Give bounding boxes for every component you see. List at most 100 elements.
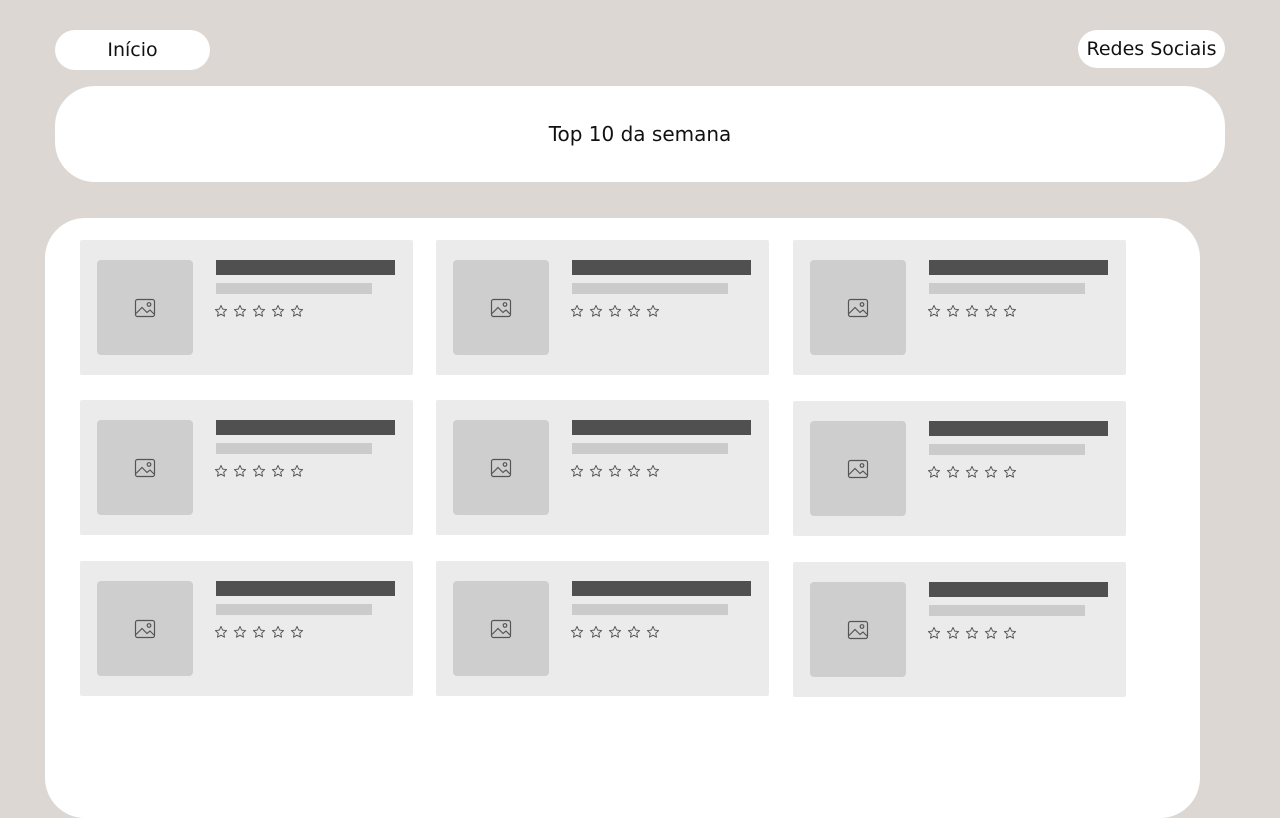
product-subtitle-bar <box>929 605 1085 616</box>
star-rating[interactable] <box>214 625 304 639</box>
image-placeholder-icon <box>847 620 869 639</box>
star-icon[interactable] <box>646 625 660 639</box>
product-image-placeholder <box>97 581 193 676</box>
star-icon[interactable] <box>214 304 228 318</box>
product-card[interactable] <box>436 240 769 375</box>
star-icon[interactable] <box>965 465 979 479</box>
product-subtitle-bar <box>572 443 728 454</box>
star-icon[interactable] <box>627 464 641 478</box>
product-card[interactable] <box>793 240 1126 375</box>
star-icon[interactable] <box>927 626 941 640</box>
product-subtitle-bar <box>216 443 372 454</box>
star-icon[interactable] <box>1003 465 1017 479</box>
product-card[interactable] <box>436 400 769 535</box>
star-icon[interactable] <box>646 304 660 318</box>
social-networks-button[interactable]: Redes Sociais <box>1078 30 1225 68</box>
product-card[interactable] <box>80 400 413 535</box>
star-icon[interactable] <box>1003 304 1017 318</box>
star-icon[interactable] <box>214 464 228 478</box>
star-rating[interactable] <box>927 465 1017 479</box>
star-icon[interactable] <box>290 304 304 318</box>
star-icon[interactable] <box>984 626 998 640</box>
product-title-bar <box>572 420 751 435</box>
star-icon[interactable] <box>646 464 660 478</box>
star-icon[interactable] <box>570 625 584 639</box>
star-icon[interactable] <box>608 464 622 478</box>
star-rating[interactable] <box>927 304 1017 318</box>
products-panel <box>45 218 1200 818</box>
star-rating[interactable] <box>214 464 304 478</box>
star-icon[interactable] <box>946 465 960 479</box>
star-icon[interactable] <box>627 304 641 318</box>
star-rating[interactable] <box>570 625 660 639</box>
product-card[interactable] <box>793 562 1126 697</box>
star-icon[interactable] <box>214 625 228 639</box>
star-icon[interactable] <box>927 465 941 479</box>
image-placeholder-icon <box>134 298 156 317</box>
star-rating[interactable] <box>927 626 1017 640</box>
product-title-bar <box>929 582 1108 597</box>
star-icon[interactable] <box>946 626 960 640</box>
star-icon[interactable] <box>927 304 941 318</box>
product-subtitle-bar <box>216 604 372 615</box>
product-subtitle-bar <box>929 444 1085 455</box>
star-icon[interactable] <box>589 464 603 478</box>
image-placeholder-icon <box>134 458 156 477</box>
product-title-bar <box>572 260 751 275</box>
star-icon[interactable] <box>570 464 584 478</box>
star-icon[interactable] <box>589 625 603 639</box>
page-title-banner: Top 10 da semana <box>55 86 1225 182</box>
home-button[interactable]: Início <box>55 30 210 70</box>
product-title-bar <box>216 420 395 435</box>
star-icon[interactable] <box>984 304 998 318</box>
star-icon[interactable] <box>570 304 584 318</box>
social-networks-button-label: Redes Sociais <box>1086 38 1217 60</box>
star-rating[interactable] <box>214 304 304 318</box>
star-icon[interactable] <box>252 304 266 318</box>
product-title-bar <box>216 581 395 596</box>
star-icon[interactable] <box>252 464 266 478</box>
star-icon[interactable] <box>627 625 641 639</box>
star-icon[interactable] <box>290 625 304 639</box>
product-image-placeholder <box>810 260 906 355</box>
star-icon[interactable] <box>271 304 285 318</box>
product-title-bar <box>929 260 1108 275</box>
star-icon[interactable] <box>984 465 998 479</box>
image-placeholder-icon <box>134 619 156 638</box>
product-card[interactable] <box>793 401 1126 536</box>
star-icon[interactable] <box>271 625 285 639</box>
image-placeholder-icon <box>847 459 869 478</box>
star-icon[interactable] <box>946 304 960 318</box>
product-subtitle-bar <box>216 283 372 294</box>
image-placeholder-icon <box>490 458 512 477</box>
product-image-placeholder <box>810 582 906 677</box>
product-image-placeholder <box>810 421 906 516</box>
star-icon[interactable] <box>589 304 603 318</box>
star-icon[interactable] <box>608 304 622 318</box>
star-icon[interactable] <box>233 625 247 639</box>
star-rating[interactable] <box>570 464 660 478</box>
product-image-placeholder <box>453 581 549 676</box>
star-icon[interactable] <box>608 625 622 639</box>
star-icon[interactable] <box>233 304 247 318</box>
product-image-placeholder <box>453 420 549 515</box>
product-image-placeholder <box>97 260 193 355</box>
star-icon[interactable] <box>271 464 285 478</box>
product-title-bar <box>572 581 751 596</box>
star-icon[interactable] <box>290 464 304 478</box>
page-title: Top 10 da semana <box>548 122 732 146</box>
product-card[interactable] <box>436 561 769 696</box>
star-icon[interactable] <box>965 304 979 318</box>
star-icon[interactable] <box>1003 626 1017 640</box>
home-button-label: Início <box>107 39 158 61</box>
product-title-bar <box>929 421 1108 436</box>
star-icon[interactable] <box>233 464 247 478</box>
star-icon[interactable] <box>252 625 266 639</box>
product-subtitle-bar <box>572 604 728 615</box>
star-icon[interactable] <box>965 626 979 640</box>
product-card[interactable] <box>80 561 413 696</box>
product-card[interactable] <box>80 240 413 375</box>
product-subtitle-bar <box>572 283 728 294</box>
star-rating[interactable] <box>570 304 660 318</box>
image-placeholder-icon <box>847 298 869 317</box>
